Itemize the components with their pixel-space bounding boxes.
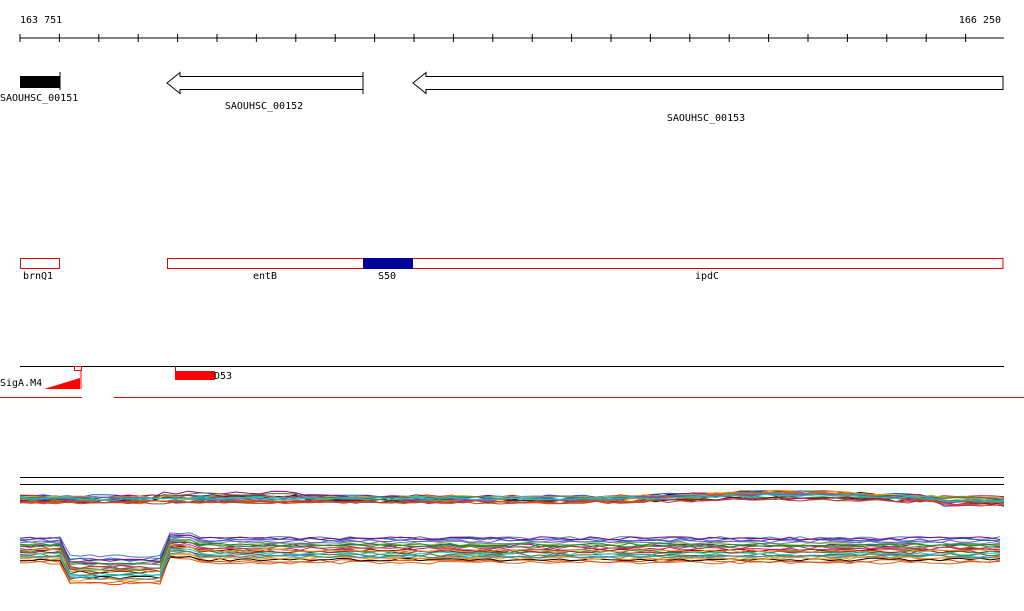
feature-D53[interactable] (175, 371, 215, 380)
expression-track-2 (19, 532, 1001, 585)
coordinate-ruler: 163 751 166 250 (19, 15, 1004, 42)
annotation-label-ipdC: ipdC (695, 271, 719, 282)
annotation-track: brnQ1 entB S50 ipdC (20, 258, 1004, 282)
gene-label-SAOUHSC_00152: SAOUHSC_00152 (225, 101, 303, 112)
end-coordinate: 166 250 (959, 15, 1001, 26)
gene-SAOUHSC_00153[interactable] (412, 71, 1004, 95)
feature-label-D53: D53 (214, 371, 232, 382)
annotation-label-entB: entB (253, 271, 277, 282)
feature-SigA.M4-marker (74, 366, 82, 371)
annotation-S50[interactable] (363, 258, 413, 269)
gene-track: SAOUHSC_00151 SAOUHSC_00152 SAOUHSC_0015… (0, 71, 1004, 124)
expression-track-1-lines (19, 489, 1005, 508)
start-coordinate: 163 751 (20, 15, 62, 26)
gene-label-SAOUHSC_00153: SAOUHSC_00153 (667, 113, 745, 124)
gene-label-SAOUHSC_00151: SAOUHSC_00151 (0, 93, 78, 104)
annotation-label-S50: S50 (378, 271, 396, 282)
annotation-label-brnQ1: brnQ1 (23, 271, 53, 282)
feature-label-SigA.M4: SigA.M4 (0, 378, 42, 389)
feature-SigA.M4[interactable] (44, 378, 80, 389)
genome-browser-canvas: 163 751 166 250 SAOUHSC_00151 SAOUHSC_00… (0, 15, 1024, 585)
gene-SAOUHSC_00152[interactable] (166, 71, 364, 95)
annotation-entB-ipdC[interactable] (167, 258, 1004, 269)
expression-track-2-lines (19, 532, 1001, 585)
annotation-brnQ1[interactable] (20, 258, 60, 269)
feature-track: SigA.M4 D53 (0, 366, 1024, 398)
expression-track-1 (19, 477, 1005, 508)
gene-SAOUHSC_00151[interactable] (20, 76, 60, 88)
